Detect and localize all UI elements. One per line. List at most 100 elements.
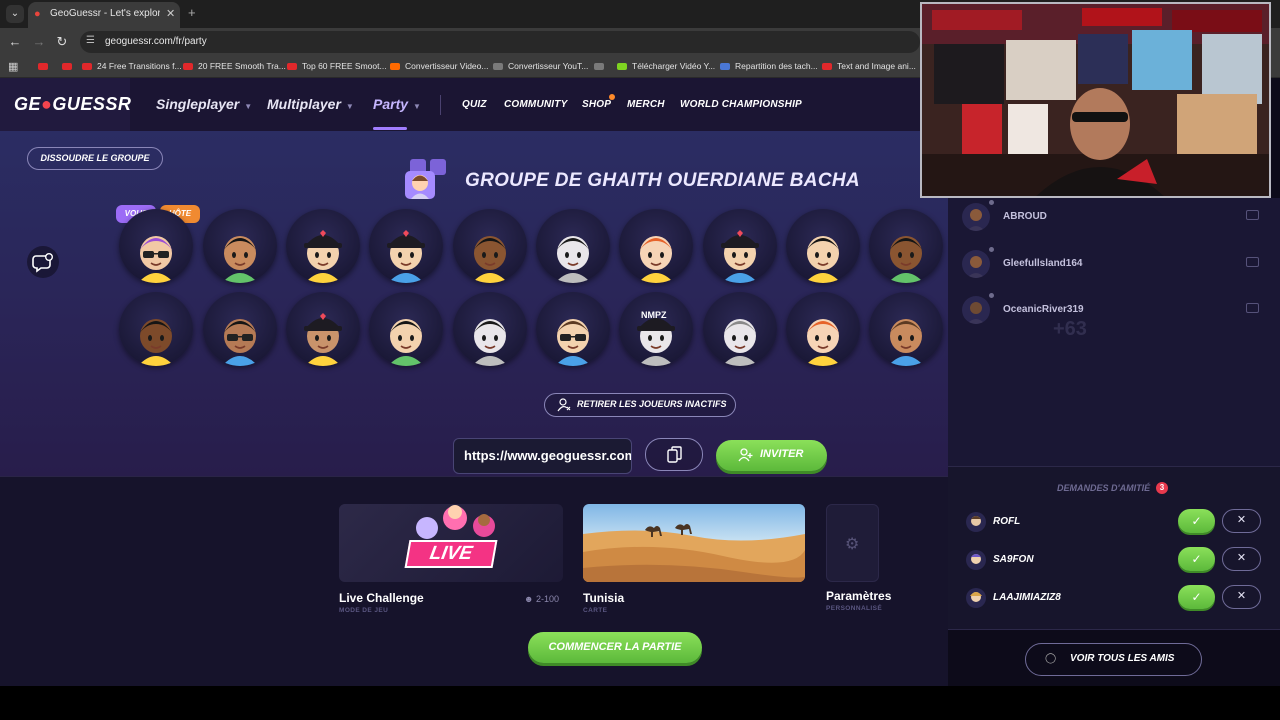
bookmark-item[interactable]: Repartition des tach... bbox=[720, 61, 818, 71]
bookmark-item[interactable]: Convertisseur YouT... bbox=[493, 61, 588, 71]
settings-card[interactable]: ⚙ bbox=[826, 504, 879, 582]
party-member-avatar[interactable] bbox=[369, 209, 443, 283]
geoguessr-logo[interactable]: GE●GUESSR bbox=[14, 94, 131, 115]
message-icon[interactable] bbox=[1246, 303, 1259, 313]
invite-link-field[interactable]: https://www.geoguessr.com/fr/party bbox=[453, 438, 632, 474]
bookmark-item[interactable]: Text and Image ani... bbox=[822, 61, 916, 71]
party-member-avatar[interactable] bbox=[369, 292, 443, 366]
party-member-avatar[interactable] bbox=[786, 292, 860, 366]
start-game-button[interactable]: COMMENCER LA PARTIE bbox=[528, 632, 702, 663]
bookmark-favicon-icon bbox=[617, 63, 627, 70]
requester-name: ROFL bbox=[993, 516, 1021, 527]
party-member-avatar[interactable] bbox=[786, 209, 860, 283]
party-member-avatar[interactable]: NMPZ bbox=[619, 292, 693, 366]
bookmark-item[interactable] bbox=[38, 61, 53, 71]
chat-icon bbox=[32, 252, 54, 273]
new-tab-icon[interactable]: + bbox=[188, 5, 196, 20]
accept-request-button[interactable]: ✓ bbox=[1178, 585, 1215, 609]
nav-world-championship[interactable]: WORLD CHAMPIONSHIP bbox=[680, 99, 802, 110]
nav-merch[interactable]: MERCH bbox=[627, 99, 665, 110]
party-member-avatar[interactable] bbox=[286, 292, 360, 366]
close-icon: ✕ bbox=[1236, 514, 1247, 526]
bookmark-item[interactable] bbox=[62, 61, 77, 71]
webcam-overlay bbox=[920, 2, 1271, 198]
friend-item[interactable]: OceanicRiver319 bbox=[962, 293, 1262, 327]
browser-tab[interactable]: ● GeoGuessr - Let's explore the w ✕ bbox=[28, 2, 180, 28]
accept-request-button[interactable]: ✓ bbox=[1178, 547, 1215, 571]
party-member-avatar[interactable] bbox=[869, 209, 943, 283]
nav-quiz[interactable]: QUIZ bbox=[462, 99, 487, 110]
bookmark-label: Text and Image ani... bbox=[837, 61, 916, 71]
nav-party[interactable]: Party ▼ bbox=[373, 96, 421, 112]
party-member-avatar[interactable] bbox=[536, 292, 610, 366]
page-bottom-bar bbox=[0, 686, 1280, 720]
invite-button[interactable]: INVITER bbox=[716, 440, 827, 471]
dissolve-group-button[interactable]: DISSOUDRE LE GROUPE bbox=[27, 147, 163, 170]
bookmark-item[interactable]: 20 FREE Smooth Tra... bbox=[183, 61, 286, 71]
bookmark-item[interactable]: Télécharger Vidéo Y... bbox=[617, 61, 715, 71]
accept-request-button[interactable]: ✓ bbox=[1178, 509, 1215, 533]
nav-singleplayer[interactable]: Singleplayer ▼ bbox=[156, 96, 252, 112]
bookmark-favicon-icon bbox=[493, 63, 503, 70]
close-icon: ✕ bbox=[1236, 590, 1247, 602]
message-icon[interactable] bbox=[1246, 257, 1259, 267]
player-count: ☻ 2-100 bbox=[524, 594, 560, 604]
friend-requests-count: 3 bbox=[1156, 482, 1168, 494]
decline-request-button[interactable]: ✕ bbox=[1222, 547, 1261, 571]
remove-inactive-label: RETIRER LES JOUEURS INACTIFS bbox=[577, 399, 727, 409]
friend-item[interactable]: ABROUD bbox=[962, 200, 1262, 234]
decline-request-button[interactable]: ✕ bbox=[1222, 509, 1261, 533]
requester-name: SA9FON bbox=[993, 554, 1034, 565]
back-icon[interactable]: ← bbox=[7, 34, 23, 49]
party-member-avatar[interactable] bbox=[536, 209, 610, 283]
tab-search-icon[interactable]: ⌄ bbox=[6, 5, 24, 23]
players-icon: ☻ bbox=[524, 594, 534, 604]
nav-community[interactable]: COMMUNITY bbox=[504, 99, 567, 110]
settings-subtitle: PERSONNALISÉ bbox=[826, 605, 883, 612]
copy-link-button[interactable] bbox=[645, 438, 703, 471]
party-member-avatar[interactable] bbox=[286, 209, 360, 283]
bookmark-item[interactable] bbox=[594, 61, 609, 71]
bookmark-favicon-icon bbox=[38, 63, 48, 70]
bookmark-item[interactable]: 24 Free Transitions f... bbox=[82, 61, 182, 71]
reload-icon[interactable]: ↻ bbox=[54, 34, 70, 50]
remove-inactive-players-button[interactable]: RETIRER LES JOUEURS INACTIFS bbox=[544, 393, 736, 417]
site-info-icon[interactable]: ☰ bbox=[86, 35, 95, 46]
forward-icon[interactable]: → bbox=[31, 34, 47, 49]
close-tab-icon[interactable]: ✕ bbox=[166, 7, 175, 20]
bookmark-item[interactable]: Top 60 FREE Smoot... bbox=[287, 61, 387, 71]
party-member-avatar[interactable] bbox=[203, 209, 277, 283]
party-member-avatar[interactable] bbox=[203, 292, 277, 366]
friend-request-row: ROFL ✓ ✕ bbox=[966, 509, 1266, 535]
decline-request-button[interactable]: ✕ bbox=[1222, 585, 1261, 609]
bookmark-item[interactable]: Convertisseur Video... bbox=[390, 61, 488, 71]
avatar bbox=[962, 250, 990, 278]
friends-panel: ABROUD Gleefullsland164 OceanicRiver319 bbox=[948, 198, 1280, 466]
party-member-avatar[interactable] bbox=[119, 209, 193, 283]
party-member-avatar[interactable] bbox=[453, 209, 527, 283]
party-member-avatar[interactable] bbox=[453, 292, 527, 366]
party-member-avatar[interactable] bbox=[703, 209, 777, 283]
tunisia-desert-image bbox=[583, 504, 805, 582]
party-member-avatar[interactable] bbox=[869, 292, 943, 366]
game-mode-card[interactable]: LIVE bbox=[339, 504, 563, 582]
bookmark-favicon-icon bbox=[287, 63, 297, 70]
party-member-avatar[interactable] bbox=[619, 209, 693, 283]
nav-shop[interactable]: SHOP bbox=[582, 99, 611, 110]
apps-grid-icon[interactable]: ▦ bbox=[8, 60, 18, 73]
address-bar[interactable]: ☰ geoguessr.com/fr/party bbox=[80, 31, 920, 53]
friend-name: Gleefullsland164 bbox=[1003, 258, 1083, 269]
party-group-icon bbox=[405, 159, 446, 199]
party-member-avatar[interactable] bbox=[119, 292, 193, 366]
view-all-friends-button[interactable]: ◯ VOIR TOUS LES AMIS bbox=[1025, 643, 1202, 676]
friend-item[interactable]: Gleefullsland164 bbox=[962, 247, 1262, 281]
party-member-avatar[interactable] bbox=[703, 292, 777, 366]
message-icon[interactable] bbox=[1246, 210, 1259, 220]
party-chat-button[interactable] bbox=[27, 246, 59, 278]
nav-multiplayer[interactable]: Multiplayer ▼ bbox=[267, 96, 354, 112]
map-pin-icon: ● bbox=[41, 94, 53, 114]
status-dot bbox=[989, 247, 994, 252]
map-card[interactable] bbox=[583, 504, 805, 582]
chevron-down-icon: ▼ bbox=[345, 102, 354, 111]
nav-active-indicator bbox=[373, 127, 407, 130]
